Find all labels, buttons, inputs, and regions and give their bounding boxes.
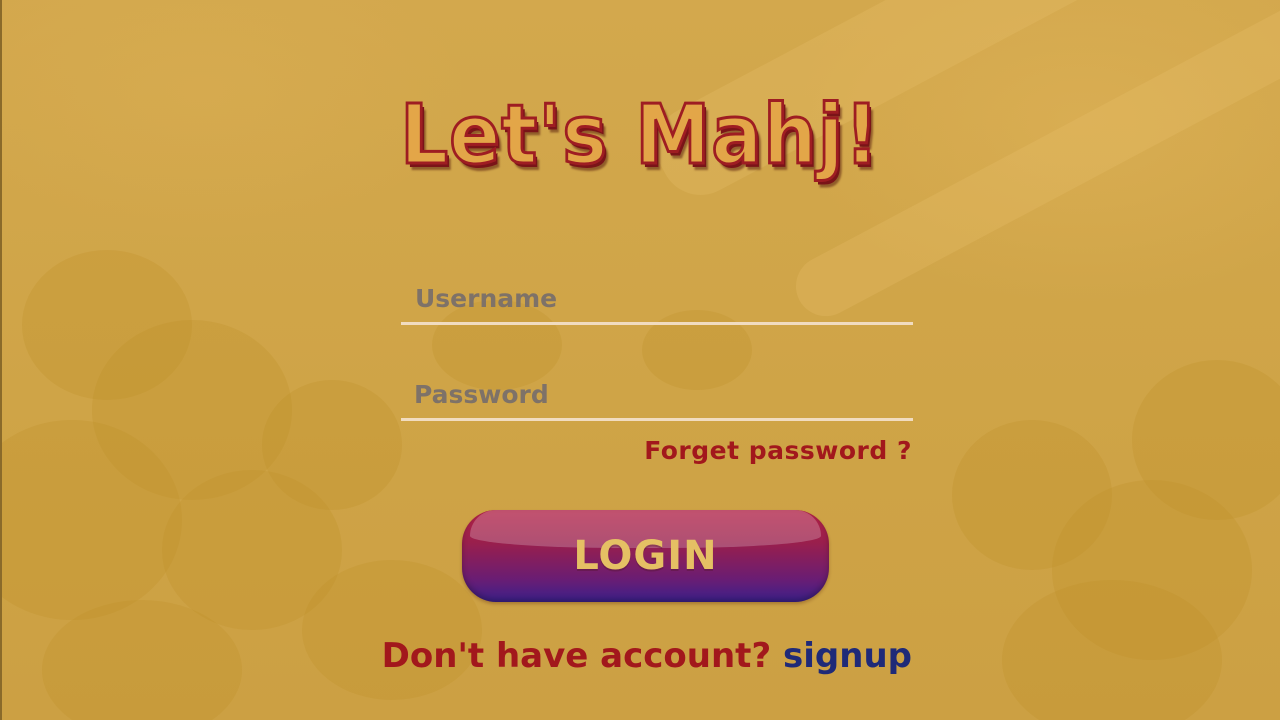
signup-prompt-text: Don't have account? bbox=[381, 636, 772, 676]
username-field bbox=[401, 274, 913, 325]
background-foliage bbox=[262, 380, 402, 510]
forgot-password-link[interactable]: Forget password ? bbox=[644, 436, 912, 465]
username-input[interactable] bbox=[401, 274, 913, 322]
login-button-label: LOGIN bbox=[573, 533, 718, 579]
password-input[interactable] bbox=[401, 370, 913, 418]
signup-prompt-line: Don't have account? signup bbox=[382, 636, 912, 676]
password-field bbox=[401, 370, 913, 421]
login-button[interactable]: LOGIN bbox=[462, 510, 829, 602]
app-title: Let's Mahj! bbox=[399, 87, 880, 185]
signup-link[interactable]: signup bbox=[783, 636, 912, 676]
background-foliage bbox=[302, 560, 482, 700]
